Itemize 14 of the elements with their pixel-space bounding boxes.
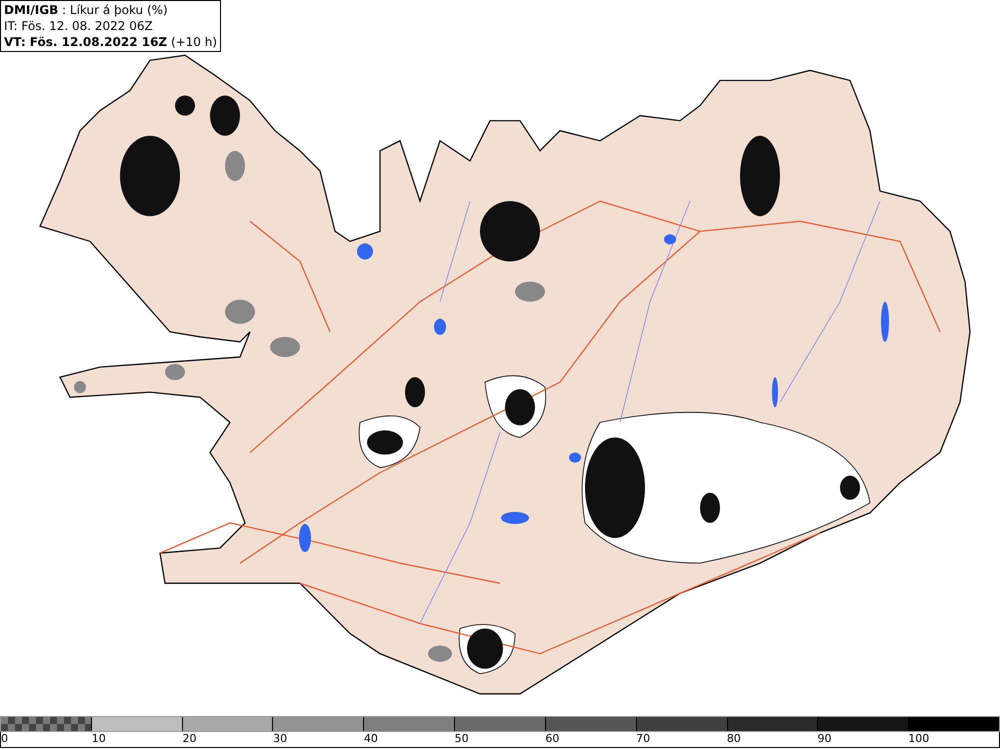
legend-tick-label: 0 bbox=[1, 732, 8, 747]
legend-tick-label: 20 bbox=[182, 732, 196, 747]
legend-tick-label: 100 bbox=[908, 732, 930, 747]
info-text: VT: Fös. 12.08.2022 16Z (+10 h) bbox=[4, 34, 218, 50]
legend-tick-label: 60 bbox=[545, 732, 560, 747]
legend-tick-label: 70 bbox=[636, 732, 650, 747]
legend-tick-label: 50 bbox=[454, 732, 469, 747]
legend-tick-label: 80 bbox=[726, 732, 741, 747]
legend-tick-label: 90 bbox=[818, 732, 832, 747]
info-text: IT: Fös. 12. 08. 2022 06Z bbox=[4, 18, 154, 34]
info-text: DMI/IGB : Líkur á þoku (%) bbox=[4, 2, 169, 18]
legend-tick-label: 10 bbox=[92, 732, 106, 747]
legend-tick-label: 30 bbox=[273, 732, 288, 747]
legend-tick-label: 40 bbox=[364, 732, 378, 747]
